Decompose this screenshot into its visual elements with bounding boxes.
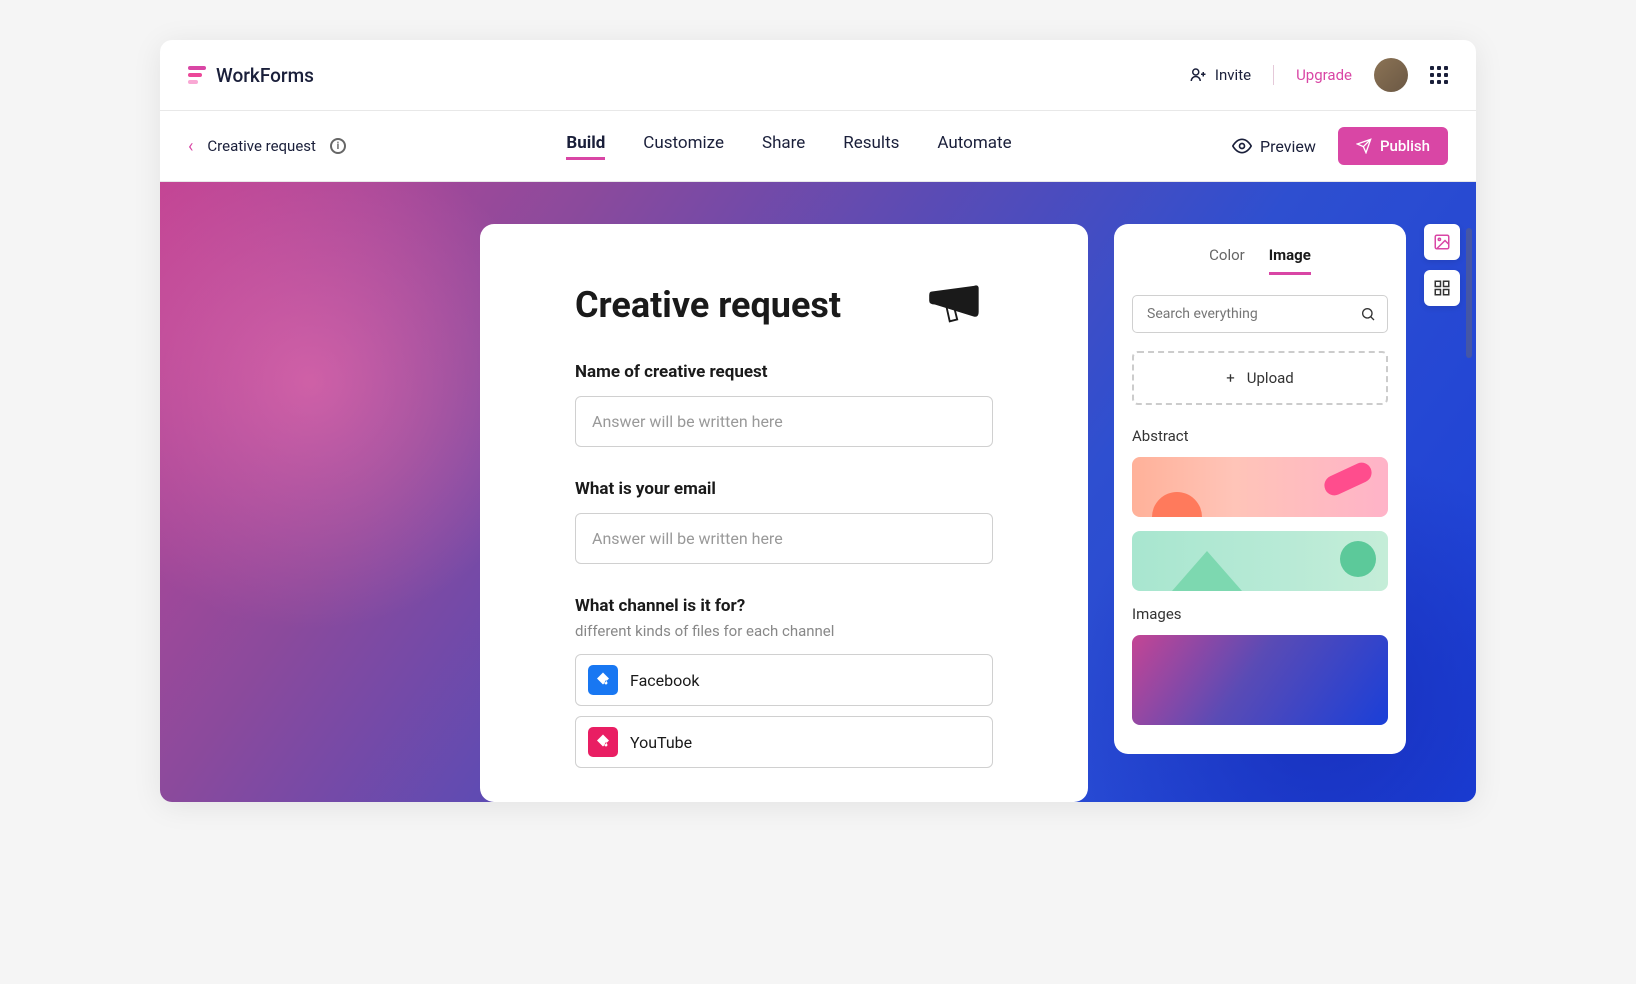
field-name[interactable]: Name of creative request — [575, 362, 993, 447]
divider — [1273, 65, 1274, 85]
thumb-image-1[interactable] — [1132, 635, 1388, 725]
invite-label: Invite — [1215, 66, 1251, 84]
search-box — [1132, 295, 1388, 333]
plus-icon: + — [1226, 369, 1235, 387]
background-panel: Color Image + Upload Abstract Images — [1114, 224, 1406, 754]
field-label: What channel is it for? — [575, 596, 993, 616]
paint-bucket-icon — [588, 727, 618, 757]
grid-icon — [1433, 279, 1451, 297]
invite-icon — [1189, 66, 1207, 84]
field-label: Name of creative request — [575, 362, 993, 382]
image-icon — [1433, 233, 1451, 251]
send-icon — [1356, 138, 1372, 154]
thumb-abstract-1[interactable] — [1132, 457, 1388, 517]
topbar-actions: Invite Upgrade — [1189, 58, 1448, 92]
tab-automate[interactable]: Automate — [937, 133, 1011, 160]
search-input[interactable] — [1132, 295, 1388, 333]
preview-label: Preview — [1260, 137, 1316, 156]
app-window: WorkForms Invite Upgrade ‹ Creative requ… — [160, 40, 1476, 802]
panel-tab-color[interactable]: Color — [1209, 246, 1245, 275]
section-images: Images — [1132, 605, 1388, 623]
megaphone-icon[interactable] — [927, 284, 993, 326]
panel-tab-image[interactable]: Image — [1269, 246, 1311, 275]
canvas: Creative request Name of creative reques… — [160, 182, 1476, 802]
tool-layout[interactable] — [1424, 270, 1460, 306]
back-chevron-icon[interactable]: ‹ — [188, 136, 193, 157]
name-input[interactable] — [575, 396, 993, 447]
channel-option-facebook[interactable]: Facebook — [575, 654, 993, 706]
publish-button[interactable]: Publish — [1338, 127, 1448, 165]
nav-actions: Preview Publish — [1232, 127, 1448, 165]
upload-button[interactable]: + Upload — [1132, 351, 1388, 405]
tab-results[interactable]: Results — [843, 133, 899, 160]
tab-share[interactable]: Share — [762, 133, 805, 160]
upgrade-link[interactable]: Upgrade — [1296, 66, 1352, 84]
avatar[interactable] — [1374, 58, 1408, 92]
logo-icon — [188, 66, 206, 84]
nav-tabs: Build Customize Share Results Automate — [566, 133, 1011, 160]
breadcrumb-title[interactable]: Creative request — [207, 137, 316, 155]
tab-build[interactable]: Build — [566, 133, 605, 160]
form-header: Creative request — [575, 284, 993, 326]
brand-logo[interactable]: WorkForms — [188, 64, 314, 87]
info-icon[interactable]: i — [330, 138, 346, 154]
thumb-abstract-2[interactable] — [1132, 531, 1388, 591]
tab-customize[interactable]: Customize — [643, 133, 724, 160]
form-card[interactable]: Creative request Name of creative reques… — [480, 224, 1088, 802]
field-channel[interactable]: What channel is it for? different kinds … — [575, 596, 993, 768]
paint-bucket-icon — [588, 665, 618, 695]
upload-label: Upload — [1247, 369, 1294, 387]
channel-label: YouTube — [630, 733, 692, 752]
field-email[interactable]: What is your email — [575, 479, 993, 564]
navbar: ‹ Creative request i Build Customize Sha… — [160, 111, 1476, 182]
field-sublabel: different kinds of files for each channe… — [575, 622, 993, 640]
breadcrumb: ‹ Creative request i — [188, 136, 346, 157]
publish-label: Publish — [1380, 137, 1430, 155]
tool-background[interactable] — [1424, 224, 1460, 260]
channel-label: Facebook — [630, 671, 699, 690]
section-abstract: Abstract — [1132, 427, 1388, 445]
eye-icon — [1232, 136, 1252, 156]
apps-menu-icon[interactable] — [1430, 66, 1448, 84]
channel-option-youtube[interactable]: YouTube — [575, 716, 993, 768]
preview-button[interactable]: Preview — [1232, 136, 1316, 156]
float-tools — [1424, 224, 1460, 306]
email-input[interactable] — [575, 513, 993, 564]
search-icon — [1360, 306, 1376, 322]
topbar: WorkForms Invite Upgrade — [160, 40, 1476, 111]
invite-button[interactable]: Invite — [1189, 66, 1251, 84]
brand-name: WorkForms — [216, 64, 314, 87]
field-label: What is your email — [575, 479, 993, 499]
form-title[interactable]: Creative request — [575, 284, 841, 326]
scrollbar[interactable] — [1466, 228, 1472, 358]
panel-tabs: Color Image — [1132, 246, 1388, 275]
